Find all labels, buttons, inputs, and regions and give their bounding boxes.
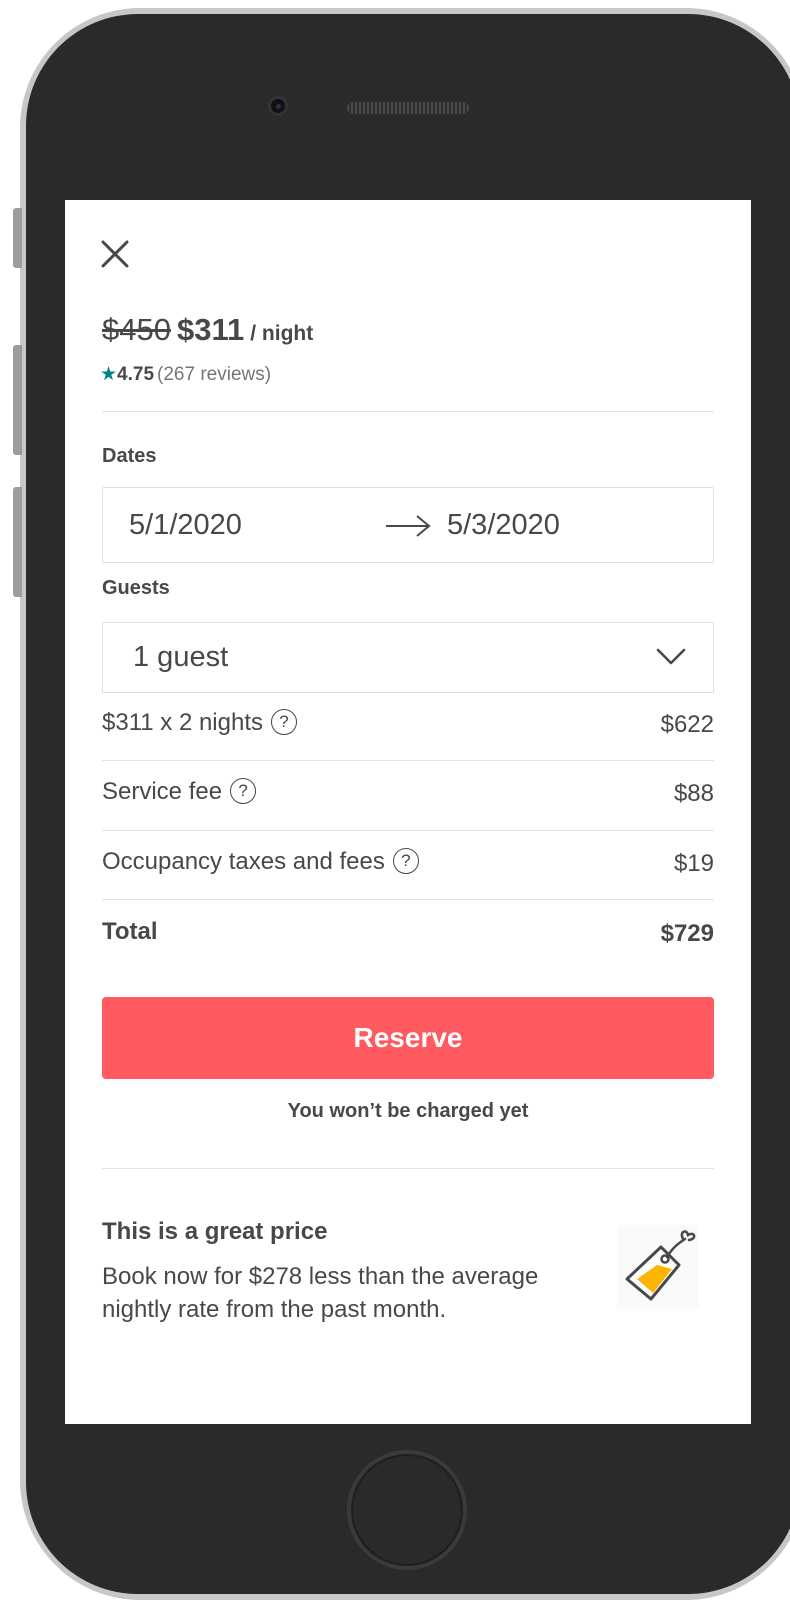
service-fee-label: Service fee? bbox=[102, 777, 257, 806]
deal-description: Book now for $278 less than the average … bbox=[102, 1263, 539, 1323]
deal-title: This is a great price bbox=[102, 1218, 328, 1245]
total-value: $729 bbox=[660, 920, 714, 947]
mute-switch bbox=[13, 208, 22, 268]
service-fee-row: Service fee? $88 bbox=[102, 772, 714, 812]
reserve-button[interactable]: Reserve bbox=[102, 997, 714, 1079]
guests-value: 1 guest bbox=[133, 641, 229, 673]
divider bbox=[102, 1168, 714, 1169]
rating-value: 4.75 bbox=[117, 364, 155, 385]
guests-label: Guests bbox=[102, 577, 170, 599]
earpiece-speaker bbox=[347, 102, 469, 114]
chevron-down-icon bbox=[656, 648, 686, 665]
taxes-value: $19 bbox=[673, 850, 714, 877]
taxes-text: Occupancy taxes and fees bbox=[102, 848, 385, 875]
check-in-date[interactable]: 5/1/2020 bbox=[129, 509, 242, 542]
divider bbox=[102, 899, 714, 900]
check-out-date[interactable]: 5/3/2020 bbox=[447, 509, 560, 542]
price-summary: $450 $311/ night bbox=[102, 312, 313, 348]
nightly-rate-value: $622 bbox=[660, 711, 714, 738]
service-fee-value: $88 bbox=[673, 780, 714, 807]
nightly-rate-row: $311 x 2 nights? $622 bbox=[102, 703, 714, 743]
nightly-rate-label: $311 x 2 nights? bbox=[102, 708, 298, 737]
help-icon[interactable]: ? bbox=[271, 708, 298, 735]
per-night-label: / night bbox=[250, 322, 314, 345]
close-icon[interactable] bbox=[99, 238, 131, 270]
help-icon[interactable]: ? bbox=[392, 847, 419, 874]
star-icon: ★ bbox=[100, 364, 118, 385]
price-tag-icon bbox=[617, 1225, 699, 1309]
divider bbox=[102, 760, 714, 761]
rating-summary: ★4.75 (267 reviews) bbox=[100, 363, 271, 386]
discounted-price: $311 bbox=[176, 312, 245, 347]
divider bbox=[102, 411, 714, 412]
booking-screen: $450 $311/ night ★4.75 (267 reviews) Dates… bbox=[65, 200, 751, 1424]
reviews-count[interactable]: (267 reviews) bbox=[157, 364, 271, 385]
total-label: Total bbox=[102, 918, 158, 945]
taxes-label: Occupancy taxes and fees? bbox=[102, 847, 419, 876]
service-fee-text: Service fee bbox=[102, 778, 223, 805]
taxes-row: Occupancy taxes and fees? $19 bbox=[102, 842, 714, 882]
home-button[interactable] bbox=[347, 1450, 467, 1570]
nightly-rate-text: $311 x 2 nights bbox=[102, 709, 264, 736]
divider bbox=[102, 830, 714, 831]
charge-note: You won’t be charged yet bbox=[287, 1100, 529, 1122]
total-row: Total $729 bbox=[102, 912, 714, 952]
arrow-right-icon bbox=[386, 515, 431, 537]
front-camera bbox=[268, 96, 288, 116]
original-price: $450 bbox=[102, 312, 171, 347]
guests-select[interactable]: 1 guest bbox=[102, 622, 714, 693]
volume-up-button bbox=[13, 345, 22, 455]
dates-label: Dates bbox=[102, 445, 157, 467]
dates-field[interactable]: 5/1/2020 5/3/2020 bbox=[102, 487, 714, 563]
help-icon[interactable]: ? bbox=[230, 777, 257, 804]
volume-down-button bbox=[13, 487, 22, 597]
